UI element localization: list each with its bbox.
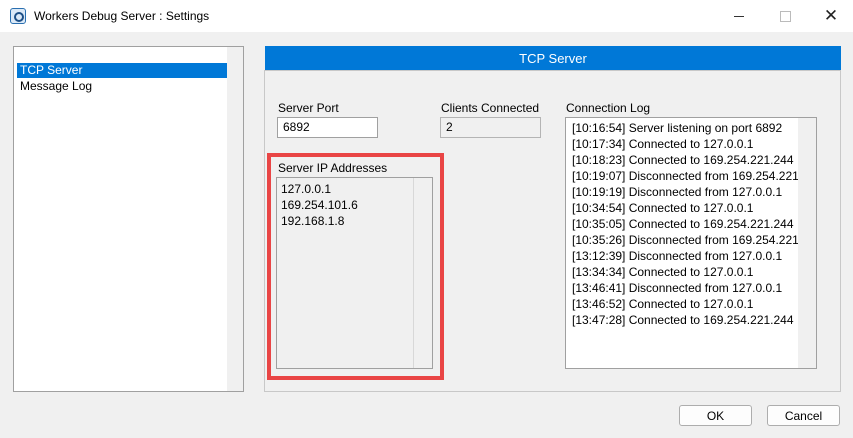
- connection-log-list[interactable]: [10:16:54] Server listening on port 6892…: [565, 117, 817, 369]
- list-item[interactable]: [13:46:52] Connected to 127.0.0.1: [572, 296, 812, 312]
- list-item[interactable]: [10:17:34] Connected to 127.0.0.1: [572, 136, 812, 152]
- list-item[interactable]: [13:12:39] Disconnected from 127.0.0.1: [572, 248, 812, 264]
- clients-connected-label: Clients Connected: [441, 101, 540, 115]
- list-item[interactable]: 169.254.101.6: [281, 197, 358, 213]
- list-item[interactable]: [10:18:23] Connected to 169.254.221.244: [572, 152, 812, 168]
- nav-scrollbar[interactable]: [227, 47, 243, 391]
- list-item[interactable]: [10:35:05] Connected to 169.254.221.244: [572, 216, 812, 232]
- nav-item-message-log[interactable]: Message Log: [17, 79, 230, 94]
- list-item[interactable]: [13:34:34] Connected to 127.0.0.1: [572, 264, 812, 280]
- settings-nav-list[interactable]: TCP Server Message Log: [13, 46, 244, 392]
- minimize-icon: [734, 15, 744, 17]
- server-ip-list[interactable]: 127.0.0.1 169.254.101.6 192.168.1.8: [276, 177, 433, 369]
- ip-list-scrollbar[interactable]: [413, 178, 414, 368]
- connection-log-scrollbar[interactable]: [798, 118, 816, 368]
- clients-connected-field: 2: [440, 117, 541, 138]
- close-icon: ✕: [823, 5, 839, 26]
- list-item[interactable]: [13:46:41] Disconnected from 127.0.0.1: [572, 280, 812, 296]
- list-item[interactable]: [10:35:26] Disconnected from 169.254.221…: [572, 232, 812, 248]
- list-item[interactable]: [10:34:54] Connected to 127.0.0.1: [572, 200, 812, 216]
- maximize-icon: [779, 10, 791, 22]
- cancel-button[interactable]: Cancel: [767, 405, 840, 426]
- maximize-button[interactable]: [762, 0, 808, 32]
- ok-button[interactable]: OK: [679, 405, 752, 426]
- list-item[interactable]: 192.168.1.8: [281, 213, 344, 229]
- minimize-button[interactable]: [716, 0, 762, 32]
- nav-item-tcp-server[interactable]: TCP Server: [17, 63, 230, 78]
- server-port-label: Server Port: [278, 101, 339, 115]
- list-item[interactable]: [10:16:54] Server listening on port 6892: [572, 120, 812, 136]
- list-item[interactable]: [10:19:07] Disconnected from 169.254.221…: [572, 168, 812, 184]
- close-button[interactable]: ✕: [808, 0, 853, 32]
- app-icon: [10, 8, 26, 24]
- server-ip-label: Server IP Addresses: [278, 161, 388, 175]
- list-item[interactable]: [10:19:19] Disconnected from 127.0.0.1: [572, 184, 812, 200]
- window-title: Workers Debug Server : Settings: [34, 9, 210, 23]
- server-port-input[interactable]: 6892: [277, 117, 378, 138]
- panel-header: TCP Server: [265, 46, 841, 70]
- list-item[interactable]: 127.0.0.1: [281, 181, 331, 197]
- connection-log-label: Connection Log: [566, 101, 651, 115]
- list-item[interactable]: [13:47:28] Connected to 169.254.221.244: [572, 312, 812, 328]
